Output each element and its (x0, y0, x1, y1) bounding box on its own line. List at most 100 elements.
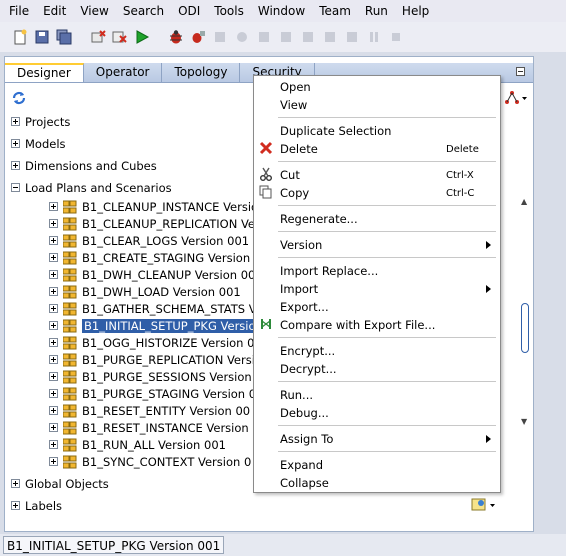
debug-step-icon[interactable] (188, 27, 208, 47)
menu-tools[interactable]: Tools (207, 0, 251, 22)
scenario-label: B1_CLEAR_LOGS Version 001 (82, 233, 250, 248)
new-icon[interactable] (10, 27, 30, 47)
expand-icon[interactable] (49, 287, 58, 296)
expand-icon[interactable] (11, 139, 20, 148)
scenario-item[interactable]: B1_PURGE_STAGING Version 0 (49, 385, 256, 402)
menu-item-copy[interactable]: Copy Ctrl-C (254, 184, 500, 202)
expand-icon[interactable] (49, 389, 58, 398)
menu-item-export[interactable]: Export... (254, 298, 500, 316)
expand-icon[interactable] (49, 355, 58, 364)
scenario-item[interactable]: B1_PURGE_REPLICATION Versi (49, 351, 255, 368)
minimize-panel-button[interactable] (516, 67, 525, 76)
scenario-item[interactable]: B1_CLEANUP_REPLICATION Ve (49, 215, 255, 232)
tab-operator[interactable]: Operator (84, 63, 163, 82)
expand-icon[interactable] (49, 406, 58, 415)
menu-item-version[interactable]: Version (254, 236, 500, 254)
scenario-item[interactable]: B1_SYNC_CONTEXT Version 0 (49, 453, 251, 470)
expand-icon[interactable] (49, 338, 58, 347)
expand-icon[interactable] (49, 270, 58, 279)
expand-icon[interactable] (49, 423, 58, 432)
connect-navigator-icon[interactable] (505, 91, 529, 108)
scenario-item[interactable]: B1_RESET_INSTANCE Version (49, 419, 249, 436)
refresh-icon[interactable] (11, 90, 27, 109)
expand-icon[interactable] (49, 372, 58, 381)
menu-item-run[interactable]: Run... (254, 386, 500, 404)
menu-item-collapse[interactable]: Collapse (254, 474, 500, 492)
scenario-item[interactable]: B1_RESET_ENTITY Version 00 (49, 402, 250, 419)
menu-item-duplicate-selection[interactable]: Duplicate Selection (254, 122, 500, 140)
expand-icon[interactable] (49, 321, 58, 330)
tab-designer[interactable]: Designer (5, 63, 84, 82)
menu-item-open[interactable]: Open (254, 78, 500, 96)
expand-icon[interactable] (49, 219, 58, 228)
expand-icon[interactable] (49, 236, 58, 245)
menu-item-regenerate[interactable]: Regenerate... (254, 210, 500, 228)
delete-icon[interactable] (110, 27, 130, 47)
scenario-item[interactable]: B1_RUN_ALL Version 001 (49, 436, 226, 453)
expand-icon[interactable] (49, 457, 58, 466)
accordion-load-plans-and-scenarios[interactable]: Load Plans and Scenarios (11, 179, 172, 196)
menu-item-assign-to[interactable]: Assign To (254, 430, 500, 448)
label-filter-icon[interactable] (471, 497, 497, 516)
delete-x-icon (259, 141, 273, 158)
accordion-models[interactable]: Models (11, 135, 66, 152)
accordion-dimensions-and-cubes[interactable]: Dimensions and Cubes (11, 157, 157, 174)
submenu-arrow-icon (486, 285, 491, 293)
scrollbar-thumb[interactable] (521, 303, 529, 353)
menu-item-import[interactable]: Import (254, 280, 500, 298)
expand-icon[interactable] (49, 253, 58, 262)
save-icon[interactable] (32, 27, 52, 47)
accordion-projects[interactable]: Projects (11, 113, 70, 130)
expand-icon[interactable] (11, 117, 20, 126)
scenario-item[interactable]: B1_CLEANUP_INSTANCE Version (49, 198, 265, 215)
menu-odi[interactable]: ODI (171, 0, 207, 22)
menu-item-decrypt[interactable]: Decrypt... (254, 360, 500, 378)
menu-run[interactable]: Run (358, 0, 395, 22)
menu-item-encrypt[interactable]: Encrypt... (254, 342, 500, 360)
scenario-item[interactable]: B1_OGG_HISTORIZE Version 0 (49, 334, 254, 351)
accordion-global-objects[interactable]: Global Objects (11, 475, 109, 492)
save-all-icon[interactable] (54, 27, 74, 47)
menu-item-expand[interactable]: Expand (254, 456, 500, 474)
scenario-label: B1_DWH_CLEANUP Version 00 (82, 267, 256, 282)
menu-window[interactable]: Window (251, 0, 312, 22)
debug-icon[interactable] (88, 27, 108, 47)
accordion-labels[interactable]: Labels (11, 497, 62, 514)
menu-search[interactable]: Search (116, 0, 171, 22)
menu-team[interactable]: Team (312, 0, 358, 22)
tree-scrollbar[interactable]: ▲ ▼ (519, 197, 531, 517)
scenario-item[interactable]: B1_CREATE_STAGING Version (49, 249, 250, 266)
bug-icon[interactable] (166, 27, 186, 47)
scenario-item[interactable]: B1_CLEAR_LOGS Version 001 (49, 232, 249, 249)
scroll-down-icon[interactable]: ▼ (521, 417, 527, 426)
run-icon[interactable] (132, 27, 152, 47)
menu-edit[interactable]: Edit (36, 0, 73, 22)
scenario-item[interactable]: B1_GATHER_SCHEMA_STATS V (49, 300, 257, 317)
disabled-icon-5 (298, 27, 318, 47)
menu-item-cut[interactable]: Cut Ctrl-X (254, 166, 500, 184)
menu-item-view[interactable]: View (254, 96, 500, 114)
menu-item-compare-with-export-file[interactable]: Compare with Export File... (254, 316, 500, 334)
expand-icon[interactable] (49, 440, 58, 449)
menu-view[interactable]: View (73, 0, 115, 22)
menu-file[interactable]: File (0, 0, 36, 22)
expand-icon[interactable] (49, 304, 58, 313)
menu-item-debug[interactable]: Debug... (254, 404, 500, 422)
expand-icon[interactable] (11, 479, 20, 488)
tab-topology[interactable]: Topology (162, 63, 241, 82)
scroll-up-icon[interactable]: ▲ (521, 197, 527, 206)
menu-item-delete[interactable]: Delete Delete (254, 140, 500, 158)
context-menu: Open View Duplicate Selection Delete Del… (253, 75, 501, 493)
scenario-item[interactable]: B1_INITIAL_SETUP_PKG Versio (49, 317, 258, 334)
scenario-item[interactable]: B1_DWH_CLEANUP Version 00 (49, 266, 255, 283)
menu-item-import-replace[interactable]: Import Replace... (254, 262, 500, 280)
scenario-item[interactable]: B1_DWH_LOAD Version 001 (49, 283, 241, 300)
disabled-icon-6 (320, 27, 340, 47)
scenario-icon (63, 319, 77, 332)
menu-help[interactable]: Help (395, 0, 436, 22)
collapse-icon[interactable] (11, 183, 20, 192)
scenario-item[interactable]: B1_PURGE_SESSIONS Version (49, 368, 252, 385)
expand-icon[interactable] (11, 161, 20, 170)
expand-icon[interactable] (49, 202, 58, 211)
expand-icon[interactable] (11, 501, 20, 510)
